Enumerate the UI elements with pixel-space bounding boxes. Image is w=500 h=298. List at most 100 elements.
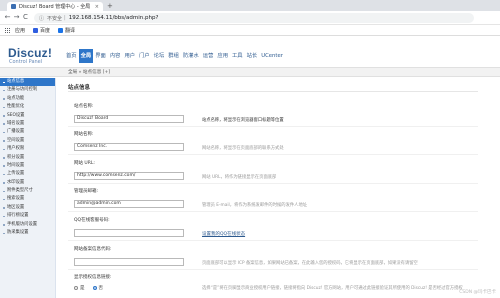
radio-yes[interactable] (74, 286, 78, 290)
apps-grid-icon (5, 27, 11, 34)
sidebar-item[interactable]: 排行榜设置 (0, 212, 55, 220)
sidebar-item[interactable]: 站点信息 (0, 78, 55, 87)
sidebar-item[interactable]: 手机版访问设置 (0, 221, 55, 229)
divider (68, 154, 478, 155)
nav-item[interactable]: 内容 (108, 49, 123, 63)
site-name-hint: 站点名称，将显示在浏览器窗口标题等位置 (202, 118, 284, 123)
radio-no[interactable] (92, 286, 97, 290)
company-name-input[interactable]: Comsenz Inc. (74, 143, 184, 151)
sidebar-item[interactable]: 防采集设置 (0, 229, 55, 237)
sidebar-item[interactable]: 附件类型尺寸 (0, 187, 55, 195)
sidebar: 站点信息 注册与访问控制 站点功能 性能优化 SEO设置 域名设置 广播设置 空间设置 用户权限… (0, 78, 56, 298)
sidebar-item[interactable]: 域名设置 (0, 120, 55, 128)
admin-email-hint: 管理员 E-mail，将作为系统发邮件的时候的发件人地址 (202, 203, 308, 208)
company-name-hint: 网站名称，将显示在页面底部的联系方式处 (202, 146, 284, 151)
sidebar-item[interactable]: 性能优化 (0, 103, 55, 111)
close-tab-icon[interactable]: × (95, 4, 99, 10)
nav-item[interactable]: 全局 (78, 49, 94, 63)
discuz-logo[interactable]: Discuz! (8, 46, 52, 60)
divider (68, 183, 478, 184)
sidebar-item[interactable]: 上传设置 (0, 170, 55, 178)
qq-status-link[interactable]: 设置我的QQ在线状态 (202, 231, 245, 237)
breadcrumb[interactable]: 全局 » 站点信息 [+] (68, 69, 110, 77)
icp-hint: 页面底部可以显示 ICP 备案信息，如果网站已备案，在此输入您的授权码，它将显示… (202, 261, 418, 266)
translate-icon (58, 28, 64, 33)
site-name-label: 站点名称: (74, 104, 94, 109)
main-content: 站点信息 站点名称: Discuz! Board 站点名称，将显示在浏览器窗口标… (62, 78, 500, 298)
site-url-label: 网站 URL: (74, 161, 95, 166)
sidebar-item[interactable]: 时间设置 (0, 162, 55, 170)
bookmark-label: 应用 (15, 28, 26, 34)
sidebar-item[interactable]: 地区设置 (0, 204, 55, 212)
company-name-label: 网站名称: (74, 132, 94, 137)
bookmark-label: 翻译 (65, 28, 76, 34)
info-icon: ⓘ (39, 15, 45, 22)
nav-item[interactable]: 群组 (166, 49, 181, 63)
sidebar-item[interactable]: SEO设置 (0, 112, 55, 120)
admin-header: Discuz! Control Panel 首页 全局 界面 内容 用户 门户 论坛 群组 防灌… (0, 37, 500, 67)
sidebar-item[interactable]: 用户权限 (0, 145, 55, 153)
sidebar-item[interactable]: 水印设置 (0, 179, 55, 187)
url-input[interactable]: ⓘ 不安全 | 192.168.154.11/bbs/admin.php? (34, 13, 474, 23)
sidebar-item[interactable]: 搜索设置 (0, 195, 55, 203)
nav-item[interactable]: 用户 (122, 49, 137, 63)
sidebar-item[interactable]: 空间设置 (0, 137, 55, 145)
tab-title: Discuz! Board 管理中心 - 全局 (19, 4, 91, 10)
admin-email-label: 管理员邮箱: (74, 189, 99, 194)
not-secure-label: 不安全 (47, 15, 63, 22)
sidebar-item[interactable]: 积分设置 (0, 154, 55, 162)
icp-input[interactable] (74, 258, 184, 266)
logo-subtitle: Control Panel (9, 59, 43, 65)
site-url-hint: 网站 URL，将作为链接显示在页面底部 (202, 175, 277, 180)
breadcrumb-bar: 全局 » 站点信息 [+] (0, 67, 500, 77)
divider (68, 240, 478, 241)
sidebar-item[interactable]: 站点功能 (0, 95, 55, 103)
url-separator: | (64, 15, 66, 21)
qq-service-input[interactable] (74, 229, 184, 237)
radio-no-label: 否 (98, 286, 104, 291)
reload-icon[interactable]: C (21, 13, 30, 22)
bookmark-baidu[interactable]: 百度 (33, 27, 50, 34)
top-navigation: 首页 全局 界面 内容 用户 门户 论坛 群组 防灌水 运营 应用 工具 站长 UCenter (64, 49, 285, 63)
page-title: 站点信息 (68, 85, 91, 91)
license-link-hint: 选择“是”将在页脚显示商业授权用户链接，链接将指向 Discuz! 官方网站，用… (202, 286, 463, 291)
icp-label: 网站备案信息代码: (74, 247, 112, 252)
browser-tab-bar: Discuz! Board 管理中心 - 全局 × + (0, 0, 500, 11)
nav-item[interactable]: 工具 (230, 49, 245, 63)
nav-item[interactable]: 首页 (64, 49, 79, 63)
back-icon[interactable]: ← (3, 13, 12, 22)
nav-item[interactable]: 门户 (137, 49, 152, 63)
address-bar: ← → C ⓘ 不安全 | 192.168.154.11/bbs/admin.p… (0, 11, 500, 25)
bookmark-translate[interactable]: 翻译 (58, 27, 75, 34)
watermark: CSDN @玛卡巴卡 (459, 290, 496, 295)
qq-service-label: QQ在线客服号码: (74, 218, 110, 223)
divider (68, 211, 478, 212)
bookmark-label: 百度 (40, 28, 51, 34)
license-link-radio-group: 是 否 (74, 285, 111, 291)
nav-item[interactable]: 站长 (245, 49, 260, 63)
nav-item[interactable]: 应用 (215, 49, 230, 63)
divider (68, 126, 478, 127)
admin-email-input[interactable]: admin@admin.com (74, 200, 184, 208)
nav-item[interactable]: 界面 (93, 49, 108, 63)
radio-yes-label: 是 (80, 286, 85, 291)
site-url-input[interactable]: http://www.comsenz.com/ (74, 172, 184, 180)
bookmark-apps[interactable]: 应用 (5, 27, 25, 34)
forward-icon[interactable]: → (12, 13, 21, 22)
bookmarks-bar: 应用 百度 翻译 (0, 26, 500, 36)
nav-item[interactable]: 论坛 (152, 49, 167, 63)
url-text: 192.168.154.11/bbs/admin.php? (68, 15, 159, 21)
nav-item[interactable]: UCenter (259, 49, 285, 63)
divider (68, 269, 478, 270)
new-tab-icon[interactable]: + (107, 2, 113, 10)
license-link-label: 显示授权信息链接: (74, 275, 112, 280)
nav-item[interactable]: 防灌水 (181, 49, 201, 63)
baidu-icon (33, 28, 39, 33)
divider (68, 91, 478, 92)
site-name-input[interactable]: Discuz! Board (74, 115, 184, 123)
discuz-favicon-icon (11, 4, 16, 9)
sidebar-item[interactable]: 注册与访问控制 (0, 86, 55, 94)
sidebar-item[interactable]: 广播设置 (0, 128, 55, 136)
browser-tab[interactable]: Discuz! Board 管理中心 - 全局 × (7, 2, 103, 11)
nav-item[interactable]: 运营 (201, 49, 216, 63)
